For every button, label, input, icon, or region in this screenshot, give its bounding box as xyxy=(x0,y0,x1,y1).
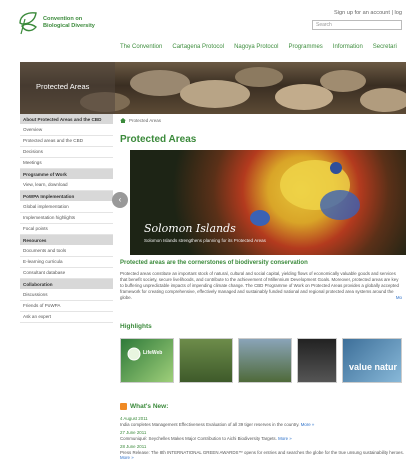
sidebar-section-heading: About Protected Areas and the CBD xyxy=(20,114,113,125)
whats-new-title: What's New: xyxy=(130,403,169,410)
news-text: India completes Management Effectiveness… xyxy=(120,421,300,427)
sidebar-item[interactable]: Friends of PoWPA xyxy=(20,301,113,312)
sidebar-section-heading: Collaboration xyxy=(20,279,113,290)
nav-nagoya-protocol[interactable]: Nagoya Protocol xyxy=(234,44,278,50)
nav-information[interactable]: Information xyxy=(333,44,363,50)
sidebar-item[interactable]: Focal points xyxy=(20,224,113,235)
news-more-link[interactable]: More » xyxy=(301,422,315,427)
sidebar-section-heading: PoWPA Implementation xyxy=(20,191,113,202)
account-links[interactable]: Sign up for an account | log xyxy=(334,10,402,16)
news-item: 4 August 2011 India completes Management … xyxy=(120,416,404,427)
sidebar-item[interactable]: Ask an expert xyxy=(20,312,113,323)
intro-paragraph: Protected areas constitute an important … xyxy=(120,271,402,301)
home-icon[interactable] xyxy=(120,118,126,123)
sidebar-section-heading: Resources xyxy=(20,235,113,246)
sidebar-item[interactable]: Implementation highlights xyxy=(20,213,113,224)
sidebar-item[interactable]: Documents and tools xyxy=(20,246,113,257)
highlights-heading: Highlights xyxy=(120,323,152,330)
sidebar-section-heading: Programme of Work xyxy=(20,169,113,180)
sidebar-item[interactable]: Meetings xyxy=(20,158,113,169)
sidebar-item[interactable]: View, learn, download xyxy=(20,180,113,191)
news-list: 4 August 2011 India completes Management … xyxy=(120,416,404,464)
sidebar-item[interactable]: Protected areas and the CBD xyxy=(20,136,113,147)
lifeweb-globe-icon xyxy=(127,347,141,361)
rss-icon[interactable] xyxy=(120,403,127,410)
sidebar-item[interactable]: Decisions xyxy=(20,147,113,158)
highlight-value-label: value natur xyxy=(349,362,398,372)
sidebar-item[interactable]: Overview xyxy=(20,125,113,136)
news-item: 27 June 2011 Communiqué: Seychelles Makes… xyxy=(120,430,404,441)
highlight-forest[interactable] xyxy=(179,338,233,383)
slide-title: Solomon Islands xyxy=(144,222,236,235)
highlight-dark[interactable] xyxy=(297,338,337,383)
logo-text: Convention on Biological Diversity xyxy=(43,16,95,30)
sidebar-item[interactable]: Consultant database xyxy=(20,268,113,279)
sidebar-item[interactable]: Discussions xyxy=(20,290,113,301)
whats-new-heading: What's New: xyxy=(120,403,168,410)
main-nav: The Convention Cartagena Protocol Nagoya… xyxy=(120,44,406,50)
breadcrumb-current[interactable]: Protected Areas xyxy=(129,118,161,123)
sidebar-item[interactable]: E-learning curricula xyxy=(20,257,113,268)
news-more-link[interactable]: More » xyxy=(278,436,292,441)
news-text: Press Release: The 8th INTERNATIONAL GRE… xyxy=(120,449,404,455)
nav-programmes[interactable]: Programmes xyxy=(288,44,322,50)
logo-line-2: Biological Diversity xyxy=(43,23,95,29)
site-header: Convention on Biological Diversity Sign … xyxy=(0,0,406,62)
highlights-row: LifeWeb value natur xyxy=(120,338,406,383)
leaf-logo-icon xyxy=(19,12,37,35)
highlight-value-nature[interactable]: value natur xyxy=(342,338,402,383)
highlight-lifeweb[interactable]: LifeWeb xyxy=(120,338,174,383)
sidebar-item[interactable]: Global implementation xyxy=(20,202,113,213)
news-more-link[interactable]: More » xyxy=(120,455,134,460)
page-title: Protected Areas xyxy=(120,134,197,145)
intro-more-link[interactable]: Mo xyxy=(396,295,402,301)
nav-cartagena-protocol[interactable]: Cartagena Protocol xyxy=(172,44,224,50)
news-text: Communiqué: Seychelles Makes Major Contr… xyxy=(120,435,277,441)
nav-secretariat[interactable]: Secretari xyxy=(373,44,397,50)
highlight-landscape[interactable] xyxy=(238,338,292,383)
section-subheading: Protected areas are the cornerstones of … xyxy=(120,260,308,266)
breadcrumb: Protected Areas xyxy=(120,118,161,123)
slider-prev-arrow-icon[interactable]: ‹ xyxy=(112,192,128,208)
intro-text: Protected areas constitute an important … xyxy=(120,271,399,300)
banner-title: Protected Areas xyxy=(36,82,90,91)
logo-line-1: Convention on xyxy=(43,16,83,22)
search-input[interactable]: Search xyxy=(312,20,402,30)
news-item: 28 June 2011 Press Release: The 8th INTER… xyxy=(120,444,404,461)
sidebar-nav: About Protected Areas and the CBD Overvie… xyxy=(20,114,113,323)
slide-caption: Solomon Islands strengthens planning for… xyxy=(144,238,266,243)
cbd-logo[interactable]: Convention on Biological Diversity xyxy=(16,10,95,36)
highlight-lifeweb-label: LifeWeb xyxy=(143,350,163,356)
nav-the-convention[interactable]: The Convention xyxy=(120,44,162,50)
featured-slider[interactable]: Solomon Islands Solomon Islands strength… xyxy=(130,150,406,255)
banner-image: Protected Areas xyxy=(20,62,406,114)
